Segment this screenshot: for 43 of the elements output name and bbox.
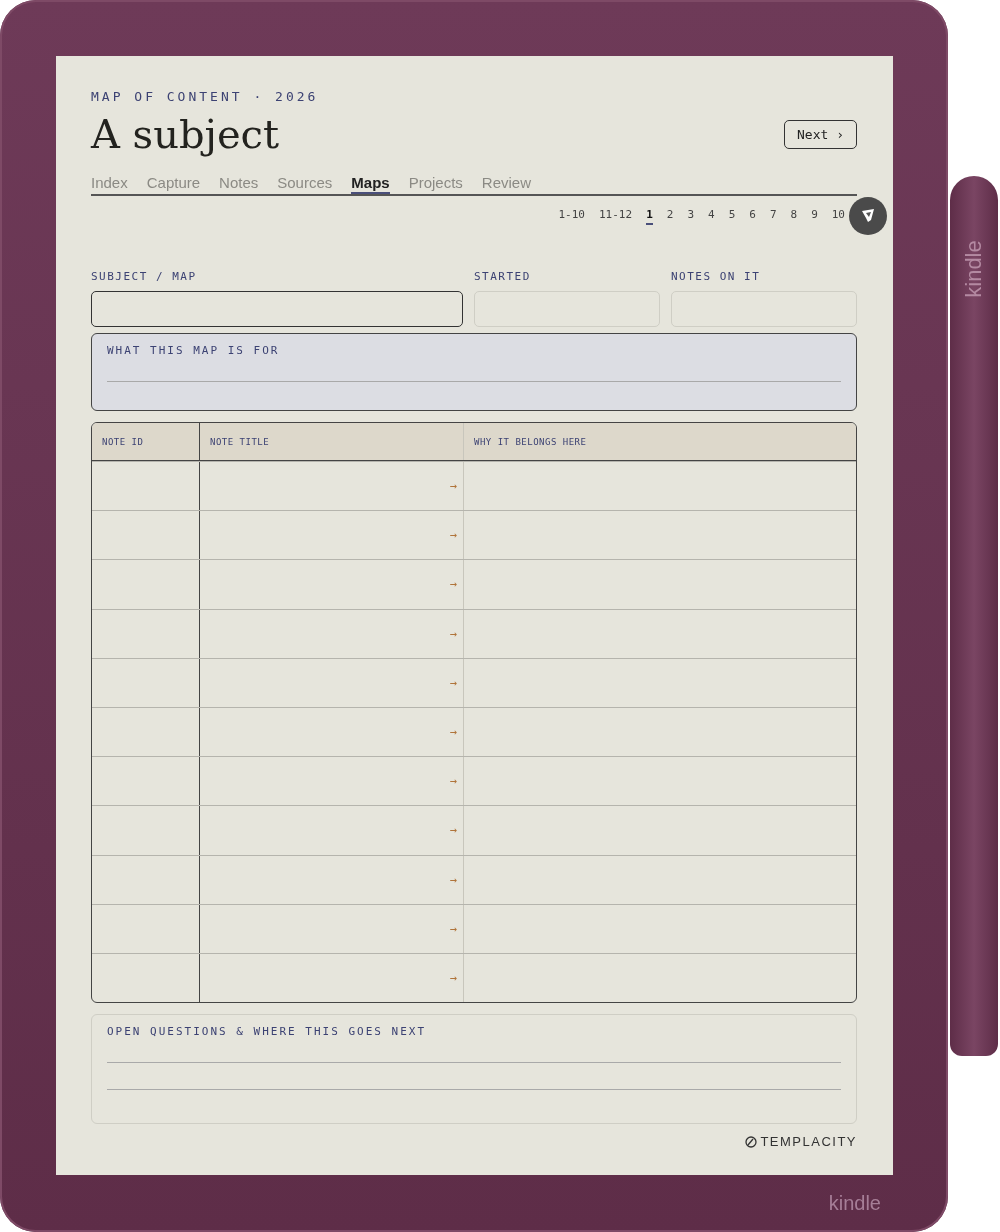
column-header: NOTE TITLE xyxy=(200,423,464,460)
tab[interactable]: Maps xyxy=(351,174,390,194)
page-title: A subject xyxy=(91,110,280,159)
next-button[interactable]: Next › xyxy=(784,119,857,149)
page-link[interactable]: 7 xyxy=(769,207,777,225)
input-field[interactable] xyxy=(91,291,463,327)
column-header: NOTE ID xyxy=(92,423,200,460)
stylus-logo: kindle xyxy=(961,240,987,298)
page-link[interactable]: 9 xyxy=(811,207,818,225)
field-label: NOTES ON IT xyxy=(671,270,762,283)
page-link[interactable]: 6 xyxy=(749,207,756,225)
arrow-icon: → xyxy=(449,479,457,494)
arrow-icon: → xyxy=(449,725,457,740)
device-logo: kindle xyxy=(828,1192,881,1215)
box-label: WHAT THIS MAP IS FOR xyxy=(107,344,281,357)
questions-box[interactable]: OPEN QUESTIONS & WHERE THIS GOES NEXT xyxy=(91,1014,857,1125)
page-link[interactable]: 10 xyxy=(831,207,845,225)
page-link[interactable]: 2 xyxy=(666,207,674,225)
page-link[interactable]: 11-12 xyxy=(599,207,633,225)
page-link[interactable]: 8 xyxy=(790,207,798,225)
page-link[interactable]: 3 xyxy=(687,207,694,225)
pen-icon xyxy=(859,207,877,225)
brand-logo: TEMPLACITY xyxy=(760,1134,857,1150)
page-link[interactable]: 1-10 xyxy=(558,207,585,225)
field-label: SUBJECT / MAP xyxy=(91,270,198,283)
arrow-icon: → xyxy=(449,970,457,985)
arrow-icon: → xyxy=(449,823,457,838)
arrow-icon: → xyxy=(449,774,457,789)
eyebrow-text: MAP OF CONTENT · 2026 xyxy=(91,89,319,104)
pen-button[interactable] xyxy=(849,197,887,235)
box-label: OPEN QUESTIONS & WHERE THIS GOES NEXT xyxy=(107,1025,428,1039)
arrow-icon: → xyxy=(449,626,457,641)
page-link[interactable]: 4 xyxy=(708,207,715,225)
arrow-icon: → xyxy=(449,675,457,690)
column-header: WHY IT BELONGS HERE xyxy=(473,435,588,449)
purpose-box[interactable]: WHAT THIS MAP IS FOR xyxy=(91,333,857,411)
arrow-icon: → xyxy=(449,528,457,543)
arrow-icon: → xyxy=(449,872,457,887)
field-label: STARTED xyxy=(474,270,532,283)
page-link[interactable]: 1 xyxy=(646,207,653,225)
page-link[interactable]: 5 xyxy=(728,207,736,225)
arrow-icon: → xyxy=(449,921,457,936)
arrow-icon: → xyxy=(449,577,457,592)
